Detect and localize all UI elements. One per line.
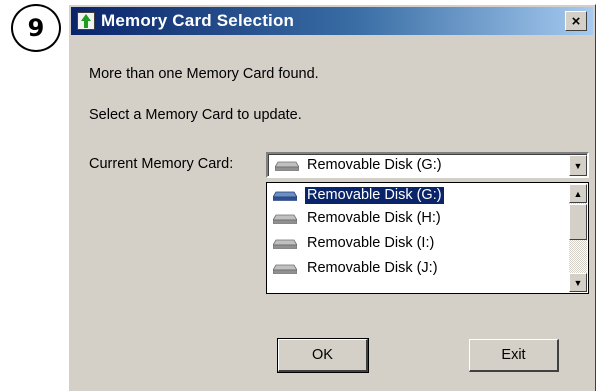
dialog-title: Memory Card Selection (101, 11, 295, 30)
chevron-down-icon: ▼ (573, 160, 583, 171)
list-item-drive-j[interactable]: Removable Disk (J:) (269, 258, 565, 280)
close-icon: × (571, 12, 581, 30)
drive-icon (273, 191, 297, 201)
chevron-up-icon: ▲ (573, 188, 583, 199)
app-update-icon (77, 12, 95, 30)
step-number: 9 (27, 14, 45, 42)
list-item-drive-g[interactable]: Removable Disk (G:) (269, 185, 565, 207)
ok-button[interactable]: OK (277, 338, 369, 373)
combobox-selected-value: Removable Disk (G:) (307, 157, 442, 173)
current-card-label: Current Memory Card: (89, 156, 234, 172)
drive-icon (273, 239, 297, 249)
list-item-label: Removable Disk (H:) (307, 210, 441, 226)
list-item-label: Removable Disk (G:) (304, 186, 445, 205)
combobox-dropdown-button[interactable]: ▼ (569, 155, 587, 176)
step-number-badge: 9 (11, 4, 61, 52)
chevron-down-icon: ▼ (573, 277, 583, 288)
list-scrollbar[interactable]: ▲ ▼ (569, 184, 587, 292)
list-item-label: Removable Disk (I:) (307, 235, 435, 251)
list-item-drive-i[interactable]: Removable Disk (I:) (269, 233, 565, 255)
ok-button-label: OK (312, 347, 333, 363)
exit-button-label: Exit (501, 347, 526, 363)
scroll-up-button[interactable]: ▲ (569, 184, 587, 203)
drive-icon (275, 161, 299, 171)
title-bar[interactable]: Memory Card Selection × (71, 7, 593, 35)
memory-card-dropdown-list[interactable]: Removable Disk (G:) Removable Disk (H:) … (266, 182, 589, 294)
drive-icon (273, 264, 297, 274)
drive-icon (273, 214, 297, 224)
scroll-down-button[interactable]: ▼ (569, 273, 587, 292)
memory-card-combobox[interactable]: Removable Disk (G:) ▼ (266, 152, 589, 178)
message-multiple-cards: More than one Memory Card found. (89, 66, 319, 82)
message-select-card: Select a Memory Card to update. (89, 107, 302, 123)
scrollbar-thumb[interactable] (569, 204, 587, 240)
list-item-label: Removable Disk (J:) (307, 260, 438, 276)
close-button[interactable]: × (565, 11, 587, 31)
list-item-drive-h[interactable]: Removable Disk (H:) (269, 208, 565, 230)
exit-button[interactable]: Exit (469, 339, 559, 372)
memory-card-selection-dialog: Memory Card Selection × More than one Me… (68, 4, 596, 391)
